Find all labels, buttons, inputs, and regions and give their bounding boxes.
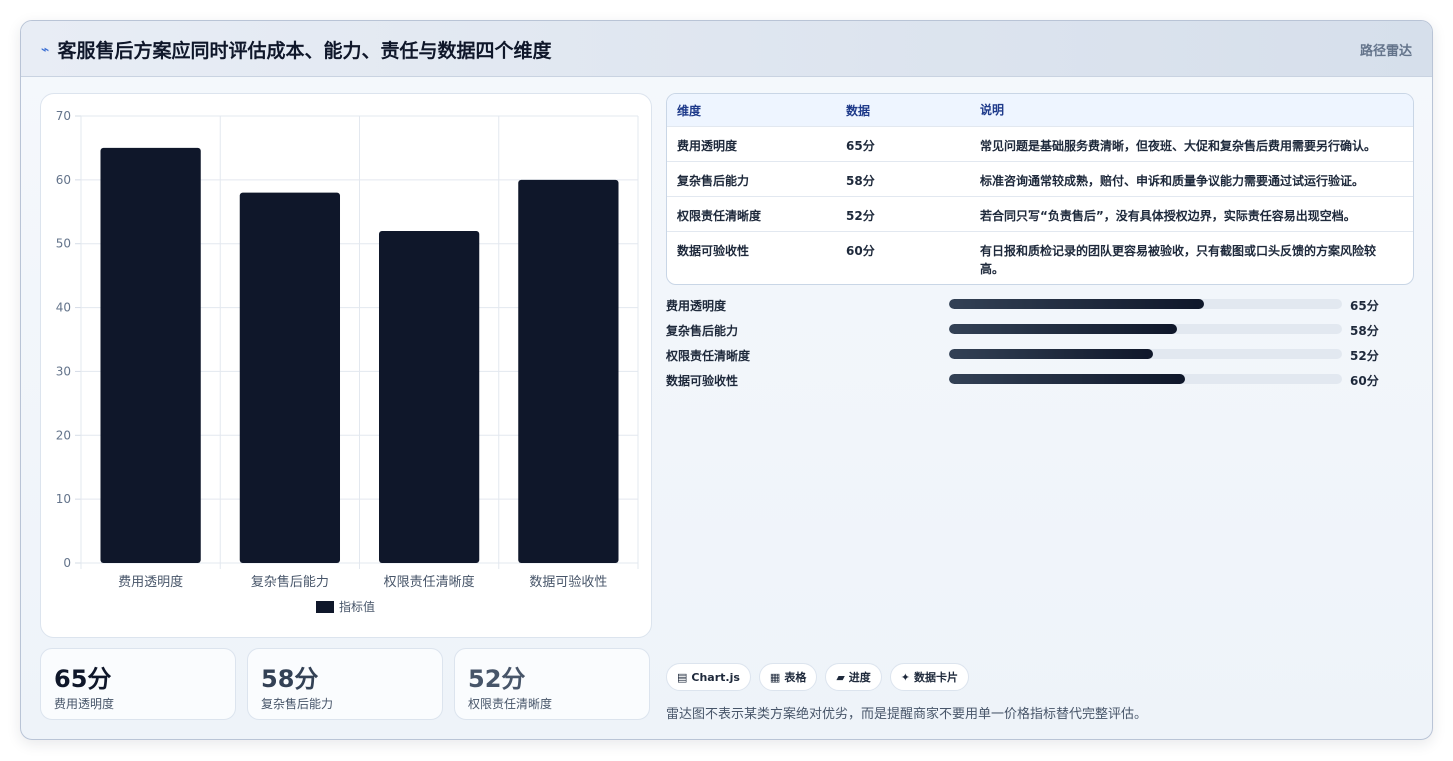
table-cell-data: 52分 xyxy=(846,209,875,223)
tag-data-card[interactable]: ✦ 数据卡片 xyxy=(889,663,970,691)
table-cell-data: 60分 xyxy=(846,244,875,258)
progress-label: 权限责任清晰度 xyxy=(666,349,751,363)
stat-card: 52分 权限责任清晰度 xyxy=(454,648,650,720)
progress-track xyxy=(949,299,1342,309)
table-header-data: 数据 xyxy=(846,103,871,118)
table-cell-dimension: 复杂售后能力 xyxy=(677,174,750,188)
bar-chart: 0 10 20 30 40 50 60 70 费用透明度 复杂售后能力 权限责任清晰度 数据可验收性指… xyxy=(56,109,639,614)
x-tick-label: 数据可验收性 xyxy=(529,574,607,590)
tag-progress[interactable]: ▰ 进度 xyxy=(825,663,882,691)
progress-label: 费用透明度 xyxy=(666,299,727,313)
progress-row: 数据可验收性 60分 xyxy=(666,370,1386,395)
stat-label: 费用透明度 xyxy=(54,697,115,711)
dimension-table: 维度 数据 说明 费用透明度 65分 常见问题是基础服务费清晰，但夜班、大促和复… xyxy=(666,93,1414,285)
progress-fill xyxy=(949,324,1177,334)
progress-value: 52分 xyxy=(1350,349,1379,363)
table-cell-dimension: 费用透明度 xyxy=(677,139,738,153)
progress-icon: ▰ xyxy=(836,670,845,684)
pulse-icon: ⌁ xyxy=(41,41,50,58)
table-header-description: 说明 xyxy=(980,103,1005,117)
tag-label: 数据卡片 xyxy=(914,671,959,684)
table-cell-dimension: 权限责任清晰度 xyxy=(677,209,762,223)
table-row: 复杂售后能力 58分 标准咨询通常较成熟，赔付、申诉和质量争议能力需要通过试运行… xyxy=(667,162,1413,197)
y-tick-label: 10 xyxy=(56,492,71,506)
progress-row: 复杂售后能力 58分 xyxy=(666,320,1386,345)
progress-row: 权限责任清晰度 52分 xyxy=(666,345,1386,370)
y-tick-label: 60 xyxy=(56,173,71,187)
table-cell-data: 65分 xyxy=(846,139,875,153)
progress-track xyxy=(949,349,1342,359)
tag-label: 进度 xyxy=(848,671,871,684)
tag-chartjs[interactable]: ▤ Chart.js xyxy=(666,663,751,691)
progress-label: 复杂售后能力 xyxy=(666,324,739,338)
stat-label: 权限责任清晰度 xyxy=(468,697,553,711)
chart-icon: ▤ xyxy=(677,670,688,684)
stat-label: 复杂售后能力 xyxy=(261,697,334,711)
bar xyxy=(239,192,341,563)
progress-row: 费用透明度 65分 xyxy=(666,295,1386,320)
table-header-row: 维度 数据 说明 xyxy=(667,94,1413,127)
stat-value: 58分 xyxy=(261,665,319,693)
y-tick-label: 70 xyxy=(56,109,71,123)
progress-track xyxy=(949,324,1342,334)
route-radar-link[interactable]: 路径雷达 xyxy=(1360,40,1412,59)
x-tick-label: 权限责任清晰度 xyxy=(384,574,475,590)
y-tick-label: 30 xyxy=(56,364,71,378)
table-cell-description: 标准咨询通常较成熟，赔付、申诉和质量争议能力需要通过试运行验证。 xyxy=(980,174,1365,188)
legend-swatch xyxy=(316,601,334,613)
y-tick-label: 0 xyxy=(63,556,71,570)
bar xyxy=(100,147,201,563)
y-tick-label: 40 xyxy=(56,301,71,315)
progress-value: 65分 xyxy=(1350,299,1379,313)
stat-value: 65分 xyxy=(54,665,112,693)
header: ⌁ 客服售后方案应同时评估成本、能力、责任与数据四个维度 路径雷达 xyxy=(21,21,1432,77)
table-cell-data: 58分 xyxy=(846,174,875,188)
tag-table[interactable]: ▦ 表格 xyxy=(758,663,818,691)
table-row: 费用透明度 65分 常见问题是基础服务费清晰，但夜班、大促和复杂售后费用需要另行… xyxy=(667,127,1413,162)
y-tick-label: 20 xyxy=(56,428,71,442)
stat-value: 52分 xyxy=(468,665,526,693)
card-icon: ✦ xyxy=(900,670,911,684)
table-cell-dimension: 数据可验收性 xyxy=(677,244,750,258)
progress-fill xyxy=(949,374,1185,384)
bar xyxy=(518,179,619,563)
progress-track xyxy=(949,374,1342,384)
table-cell-description: 常见问题是基础服务费清晰，但夜班、大促和复杂售后费用需要另行确认。 xyxy=(980,139,1377,153)
table-row: 权限责任清晰度 52分 若合同只写“负责售后”，没有具体授权边界，实际责任容易出… xyxy=(667,197,1413,232)
progress-value: 60分 xyxy=(1350,374,1379,388)
progress-label: 数据可验收性 xyxy=(666,374,739,388)
progress-fill xyxy=(949,299,1205,309)
page-title-text: 客服售后方案应同时评估成本、能力、责任与数据四个维度 xyxy=(57,40,552,62)
table-cell-description: 有日报和质检记录的团队更容易被验收，只有截图或口头反馈的方案风险较高。 xyxy=(980,244,1377,276)
table-cell-description: 若合同只写“负责售后”，没有具体授权边界，实际责任容易出现空档。 xyxy=(980,209,1356,223)
table-row: 数据可验收性 60分 有日报和质检记录的团队更容易被验收，只有截图或口头反馈的方… xyxy=(667,232,1413,284)
y-tick-label: 50 xyxy=(56,237,71,251)
bar-chart-panel: 0 10 20 30 40 50 60 70 费用透明度 复杂售后能力 权限责任清晰度 数据可验收性指… xyxy=(40,93,652,638)
footnote: 雷达图不表示某类方案绝对优劣，而是提醒商家不要用单一价格指标替代完整评估。 xyxy=(666,707,1148,722)
x-tick-label: 复杂售后能力 xyxy=(251,574,329,590)
progress-list: 费用透明度 65分 复杂售后能力 58分 权限责任清晰度 52分 数据可验收性 … xyxy=(666,295,1386,395)
table-icon: ▦ xyxy=(769,670,781,684)
bar xyxy=(378,230,480,563)
progress-value: 58分 xyxy=(1350,324,1379,338)
x-tick-label: 费用透明度 xyxy=(118,574,183,590)
stat-card: 65分 费用透明度 xyxy=(40,648,236,720)
table-header-dimension: 维度 xyxy=(677,103,702,118)
stat-card: 58分 复杂售后能力 xyxy=(247,648,443,720)
page-title: ⌁ 客服售后方案应同时评估成本、能力、责任与数据四个维度 xyxy=(41,36,551,63)
legend-label: 指标值 xyxy=(339,599,375,614)
tag-list: ▤ Chart.js ▦ 表格 ▰ 进度 ✦ 数据卡片 xyxy=(666,663,970,691)
progress-fill xyxy=(949,349,1154,359)
tag-label: Chart.js xyxy=(691,670,740,684)
tag-label: 表格 xyxy=(784,671,807,684)
main-card: ⌁ 客服售后方案应同时评估成本、能力、责任与数据四个维度 路径雷达 0 10 20 3… xyxy=(20,20,1433,740)
